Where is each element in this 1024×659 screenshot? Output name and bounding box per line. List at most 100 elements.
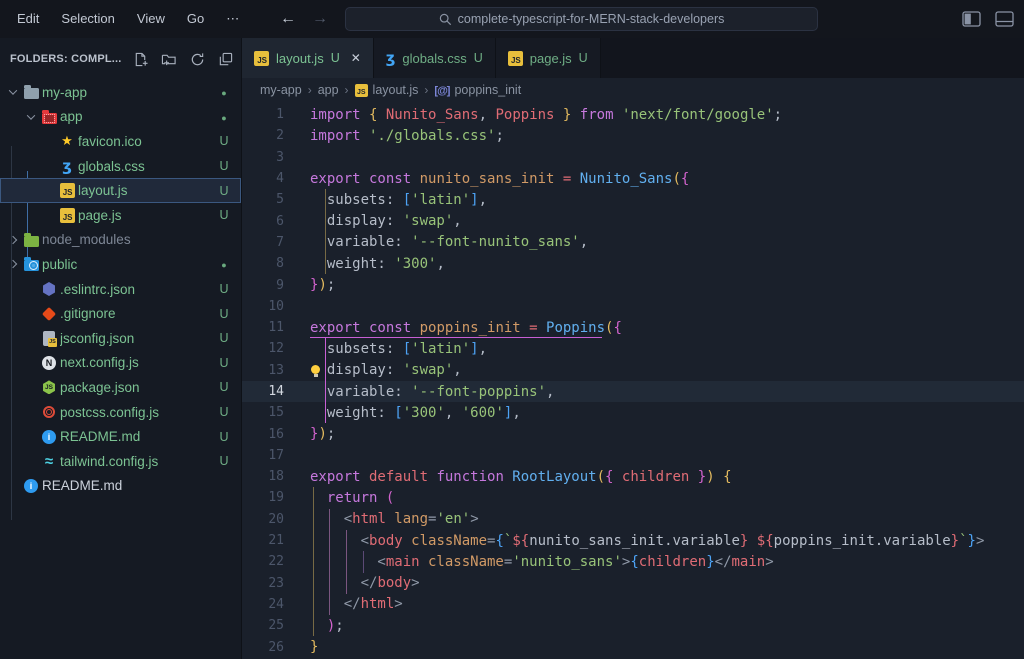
chevron-right-icon[interactable] (8, 236, 16, 244)
tree-item-readme-md[interactable]: iREADME.md (0, 474, 241, 499)
tab-page-js[interactable]: JSpage.jsU (496, 38, 601, 78)
tree-item-label: README.md (60, 429, 207, 444)
code-line-13[interactable]: 13 display: 'swap', (242, 360, 1024, 381)
code-line-17[interactable]: 17 (242, 445, 1024, 466)
indent-guide (325, 338, 326, 359)
code-text: subsets: ['latin'], (310, 192, 1024, 208)
breadcrumb-separator: › (308, 83, 312, 97)
tree-item-node-modules[interactable]: node_modules (0, 228, 241, 253)
tab-file-icon-slot: ʒ (386, 49, 396, 67)
tree-item-favicon-ico[interactable]: ★favicon.icoU (0, 129, 241, 154)
code-line-23[interactable]: 23 </body> (242, 573, 1024, 594)
code-line-26[interactable]: 26} (242, 636, 1024, 657)
jsconfig-icon: JS (43, 331, 55, 346)
code-line-20[interactable]: 20 <html lang='en'> (242, 509, 1024, 530)
chevron-slot (5, 261, 20, 267)
code-line-22[interactable]: 22 <main className='nunito_sans'>{childr… (242, 551, 1024, 572)
menu-item-[interactable]: ⋯ (226, 11, 239, 27)
breadcrumb-item-poppins-init[interactable]: [@]poppins_init (434, 83, 521, 97)
code-line-3[interactable]: 3 (242, 147, 1024, 168)
chevron-down-icon[interactable] (26, 111, 34, 119)
forward-arrow-icon[interactable]: → (312, 10, 328, 28)
menu-item-go[interactable]: Go (187, 11, 204, 27)
tree-item-jsconfig-json[interactable]: JSjsconfig.jsonU (0, 326, 241, 351)
git-status-badge: U (207, 380, 241, 394)
code-line-18[interactable]: 18export default function RootLayout({ c… (242, 466, 1024, 487)
new-folder-icon[interactable] (161, 52, 177, 67)
tree-item-tailwind-config-js[interactable]: ≈tailwind.config.jsU (0, 449, 241, 474)
chevron-down-icon[interactable] (8, 87, 16, 95)
breadcrumb[interactable]: my-app›app›JSlayout.js›[@]poppins_init (242, 78, 1024, 102)
code-editor[interactable]: 1import { Nunito_Sans, Poppins } from 'n… (242, 102, 1024, 658)
tree-item-layout-js[interactable]: JSlayout.jsU (0, 178, 241, 203)
tab-git-status: U (474, 51, 483, 65)
chevron-right-icon[interactable] (8, 260, 16, 268)
tree-item--gitignore[interactable]: .gitignoreU (0, 301, 241, 326)
menu-bar: Edit Selection View Go ⋯ (0, 11, 239, 27)
code-line-8[interactable]: 8 weight: '300', (242, 253, 1024, 274)
new-file-icon[interactable] (133, 52, 148, 67)
git-status-badge: ● (207, 257, 241, 271)
tab-globals-css[interactable]: ʒglobals.cssU (374, 38, 496, 78)
code-line-24[interactable]: 24 </html> (242, 594, 1024, 615)
tree-item-next-config-js[interactable]: Nnext.config.jsU (0, 351, 241, 376)
line-number: 12 (242, 341, 310, 356)
breadcrumb-item-my-app[interactable]: my-app (260, 83, 302, 97)
code-line-4[interactable]: 4export const nunito_sans_init = Nunito_… (242, 168, 1024, 189)
close-icon[interactable]: ✕ (351, 51, 361, 65)
code-text: </html> (310, 596, 1024, 612)
refresh-icon[interactable] (190, 52, 205, 67)
tree-item-public[interactable]: public● (0, 252, 241, 277)
breadcrumb-label: poppins_init (454, 83, 521, 97)
lightbulb-icon[interactable] (311, 365, 320, 374)
code-line-10[interactable]: 10 (242, 296, 1024, 317)
code-line-25[interactable]: 25 ); (242, 615, 1024, 636)
toggle-panel-icon[interactable] (995, 11, 1014, 27)
file-icon-slot (38, 110, 60, 124)
code-line-11[interactable]: 11export const poppins_init = Poppins({ (242, 317, 1024, 338)
search-text: complete-typescript-for-MERN-stack-devel… (458, 12, 725, 26)
code-line-9[interactable]: 9}); (242, 274, 1024, 295)
tree-item-package-json[interactable]: JSpackage.jsonU (0, 375, 241, 400)
tree-item-my-app[interactable]: my-app● (0, 80, 241, 105)
tree-item-page-js[interactable]: JSpage.jsU (0, 203, 241, 228)
tree-item--eslintrc-json[interactable]: .eslintrc.jsonU (0, 277, 241, 302)
explorer-header: FOLDERS: COMPL... (0, 38, 241, 80)
code-line-7[interactable]: 7 variable: '--font-nunito_sans', (242, 232, 1024, 253)
tree-item-globals-css[interactable]: ʒglobals.cssU (0, 154, 241, 179)
menu-item-selection[interactable]: Selection (61, 11, 114, 27)
code-line-5[interactable]: 5 subsets: ['latin'], (242, 189, 1024, 210)
code-line-6[interactable]: 6 display: 'swap', (242, 210, 1024, 231)
code-line-16[interactable]: 16}); (242, 423, 1024, 444)
indent-guide (325, 189, 326, 210)
toggle-sidebar-icon[interactable] (962, 11, 981, 27)
code-text: variable: '--font-poppins', (310, 384, 1024, 400)
tab-label: page.js (530, 51, 572, 66)
indent-guide (329, 509, 330, 530)
back-arrow-icon[interactable]: ← (280, 10, 296, 28)
indent-guide (325, 210, 326, 231)
tree-item-postcss-config-js[interactable]: postcss.config.jsU (0, 400, 241, 425)
code-line-15[interactable]: 15 weight: ['300', '600'], (242, 402, 1024, 423)
tree-item-app[interactable]: app● (0, 105, 241, 130)
tree-item-readme-md[interactable]: iREADME.mdU (0, 424, 241, 449)
tab-file-icon-slot: JS (508, 51, 523, 66)
breadcrumb-item-layout-js[interactable]: JSlayout.js (355, 83, 419, 97)
tab-layout-js[interactable]: JSlayout.jsU✕ (242, 38, 374, 78)
collapse-all-icon[interactable] (218, 52, 233, 67)
menu-item-edit[interactable]: Edit (17, 11, 39, 27)
history-nav: ← → (280, 0, 328, 38)
code-line-14[interactable]: 14 variable: '--font-poppins', (242, 381, 1024, 402)
menu-item-view[interactable]: View (137, 11, 165, 27)
code-line-1[interactable]: 1import { Nunito_Sans, Poppins } from 'n… (242, 104, 1024, 125)
breadcrumb-item-app[interactable]: app (318, 83, 339, 97)
code-text: export default function RootLayout({ chi… (310, 469, 1024, 485)
indent-guide (346, 573, 347, 594)
code-line-12[interactable]: 12 subsets: ['latin'], (242, 338, 1024, 359)
code-line-2[interactable]: 2import './globals.css'; (242, 125, 1024, 146)
explorer-actions (133, 52, 233, 67)
code-line-21[interactable]: 21 <body className={`${nunito_sans_init.… (242, 530, 1024, 551)
code-line-19[interactable]: 19 return ( (242, 487, 1024, 508)
git-status-badge: U (207, 134, 241, 148)
command-search-box[interactable]: complete-typescript-for-MERN-stack-devel… (345, 7, 818, 31)
